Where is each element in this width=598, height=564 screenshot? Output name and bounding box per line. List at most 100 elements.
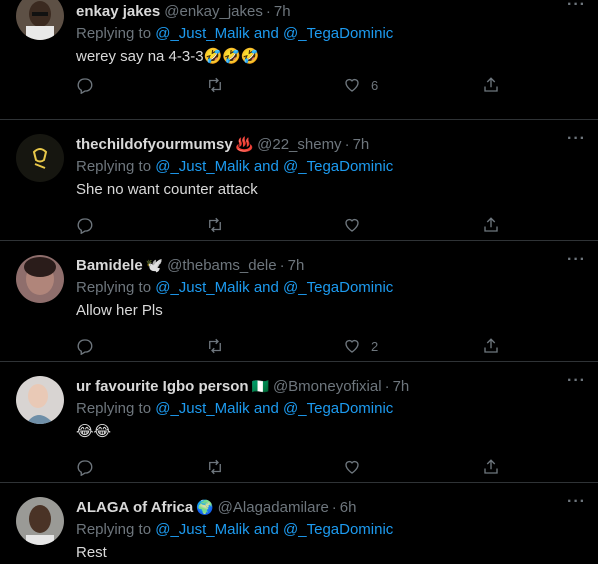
heart-icon	[345, 339, 359, 353]
avatar[interactable]	[16, 134, 64, 182]
share-icon	[484, 217, 498, 232]
retweet-icon	[209, 77, 221, 93]
tweet-actions: 6	[76, 76, 506, 96]
more-options-button[interactable]: ···	[567, 372, 586, 390]
mention-link[interactable]: @_Just_Malik	[155, 521, 249, 538]
display-name[interactable]: ALAGA of Africa	[76, 499, 193, 516]
replying-to: Replying to @_Just_Malik and @_TegaDomin…	[76, 156, 586, 178]
avatar[interactable]	[16, 0, 64, 40]
share-button[interactable]	[482, 458, 500, 476]
tweet-text: Rest	[76, 544, 107, 561]
tweet-header: ur favourite Igbo person 🇳🇬 @Bmoneyofixi…	[76, 376, 586, 396]
like-button[interactable]: 2	[343, 337, 378, 355]
user-handle[interactable]: @thebams_dele	[167, 257, 276, 274]
mention-link[interactable]: @_TegaDominic	[283, 521, 393, 538]
display-name[interactable]: enkay jakes	[76, 3, 160, 20]
tweet[interactable]: ur favourite Igbo person 🇳🇬 @Bmoneyofixi…	[0, 362, 598, 483]
replying-to: Replying to @_Just_Malik and @_TegaDomin…	[76, 519, 586, 541]
separator-dot: ·	[344, 135, 350, 153]
mention-link[interactable]: @_TegaDominic	[283, 25, 393, 42]
more-icon: ···	[567, 0, 586, 13]
separator-dot: ·	[265, 2, 271, 20]
replying-to: Replying to @_Just_Malik and @_TegaDomin…	[76, 277, 586, 299]
share-icon	[484, 77, 498, 92]
replying-to: Replying to @_Just_Malik and @_TegaDomin…	[76, 398, 586, 420]
mention-and[interactable]: and	[254, 279, 279, 296]
separator-dot: ·	[384, 377, 390, 395]
mention-and[interactable]: and	[254, 158, 279, 175]
user-handle[interactable]: @enkay_jakes	[164, 3, 263, 20]
like-count: 6	[371, 77, 379, 93]
share-button[interactable]	[482, 76, 500, 94]
tweet-text: werey say na 4-3-3🤣🤣🤣	[76, 48, 260, 65]
reply-button[interactable]	[76, 337, 94, 355]
reply-icon	[77, 460, 93, 476]
share-button[interactable]	[482, 216, 500, 234]
share-icon	[484, 459, 498, 474]
timestamp[interactable]: 7h	[274, 3, 291, 20]
mention-link[interactable]: @_Just_Malik	[155, 25, 249, 42]
reply-button[interactable]	[76, 76, 94, 94]
more-options-button[interactable]: ···	[567, 130, 586, 148]
tweet-actions	[76, 458, 506, 478]
mention-link[interactable]: @_TegaDominic	[283, 279, 393, 296]
more-options-button[interactable]: ···	[567, 0, 586, 14]
retweet-icon	[209, 217, 221, 233]
reply-button[interactable]	[76, 458, 94, 476]
avatar[interactable]	[16, 497, 64, 545]
timestamp[interactable]: 6h	[340, 499, 357, 516]
tweet-text: 😂😂	[76, 423, 112, 440]
avatar[interactable]	[16, 255, 64, 303]
retweet-button[interactable]	[206, 458, 224, 476]
display-name[interactable]: ur favourite Igbo person	[76, 378, 249, 395]
mention-link[interactable]: @_TegaDominic	[283, 158, 393, 175]
more-icon: ···	[567, 130, 586, 147]
like-button[interactable]	[343, 458, 371, 476]
reply-button[interactable]	[76, 216, 94, 234]
mention-and[interactable]: and	[254, 25, 279, 42]
display-name[interactable]: thechildofyourmumsy	[76, 136, 233, 153]
mention-link[interactable]: @_TegaDominic	[283, 400, 393, 417]
mention-and[interactable]: and	[254, 400, 279, 417]
user-handle[interactable]: @Bmoneyofixial	[273, 378, 382, 395]
reply-feed: enkay jakes @enkay_jakes · 7h Replying t…	[0, 0, 598, 561]
heart-icon	[345, 460, 359, 474]
mention-link[interactable]: @_Just_Malik	[155, 400, 249, 417]
mention-link[interactable]: @_Just_Malik	[155, 158, 249, 175]
retweet-button[interactable]	[206, 76, 224, 94]
replying-to-label: Replying to	[76, 25, 152, 42]
like-button[interactable]: 6	[343, 76, 378, 94]
more-icon: ···	[567, 251, 586, 268]
replying-to: Replying to @_Just_Malik and @_TegaDomin…	[76, 23, 586, 45]
share-button[interactable]	[482, 337, 500, 355]
tweet-actions	[76, 216, 506, 236]
tweet[interactable]: enkay jakes @enkay_jakes · 7h Replying t…	[0, 0, 598, 120]
separator-dot: ·	[331, 498, 337, 516]
timestamp[interactable]: 7h	[393, 378, 410, 395]
display-name[interactable]: Bamidele	[76, 257, 143, 274]
avatar[interactable]	[16, 376, 64, 424]
timestamp[interactable]: 7h	[288, 257, 305, 274]
mention-and[interactable]: and	[254, 521, 279, 538]
name-emoji: 🕊️	[145, 256, 164, 273]
tweet[interactable]: Bamidele 🕊️ @thebams_dele · 7h Replying …	[0, 241, 598, 362]
more-options-button[interactable]: ···	[567, 251, 586, 269]
tweet[interactable]: thechildofyourmumsy ♨️ @22_shemy · 7h Re…	[0, 120, 598, 241]
tweet-header: enkay jakes @enkay_jakes · 7h	[76, 1, 586, 21]
replying-to-label: Replying to	[76, 158, 152, 175]
heart-icon	[345, 218, 359, 232]
like-button[interactable]	[343, 216, 371, 234]
mention-link[interactable]: @_Just_Malik	[155, 279, 249, 296]
user-handle[interactable]: @Alagadamilare	[218, 499, 329, 516]
retweet-button[interactable]	[206, 216, 224, 234]
more-options-button[interactable]: ···	[567, 493, 586, 511]
tweet[interactable]: ALAGA of Africa 🌍 @Alagadamilare · 6h Re…	[0, 483, 598, 561]
timestamp[interactable]: 7h	[353, 136, 370, 153]
retweet-icon	[209, 338, 221, 354]
reply-icon	[77, 339, 93, 355]
more-icon: ···	[567, 493, 586, 510]
user-handle[interactable]: @22_shemy	[257, 136, 341, 153]
retweet-button[interactable]	[206, 337, 224, 355]
tweet-text: Allow her Pls	[76, 302, 163, 319]
name-emoji: ♨️	[235, 135, 254, 152]
